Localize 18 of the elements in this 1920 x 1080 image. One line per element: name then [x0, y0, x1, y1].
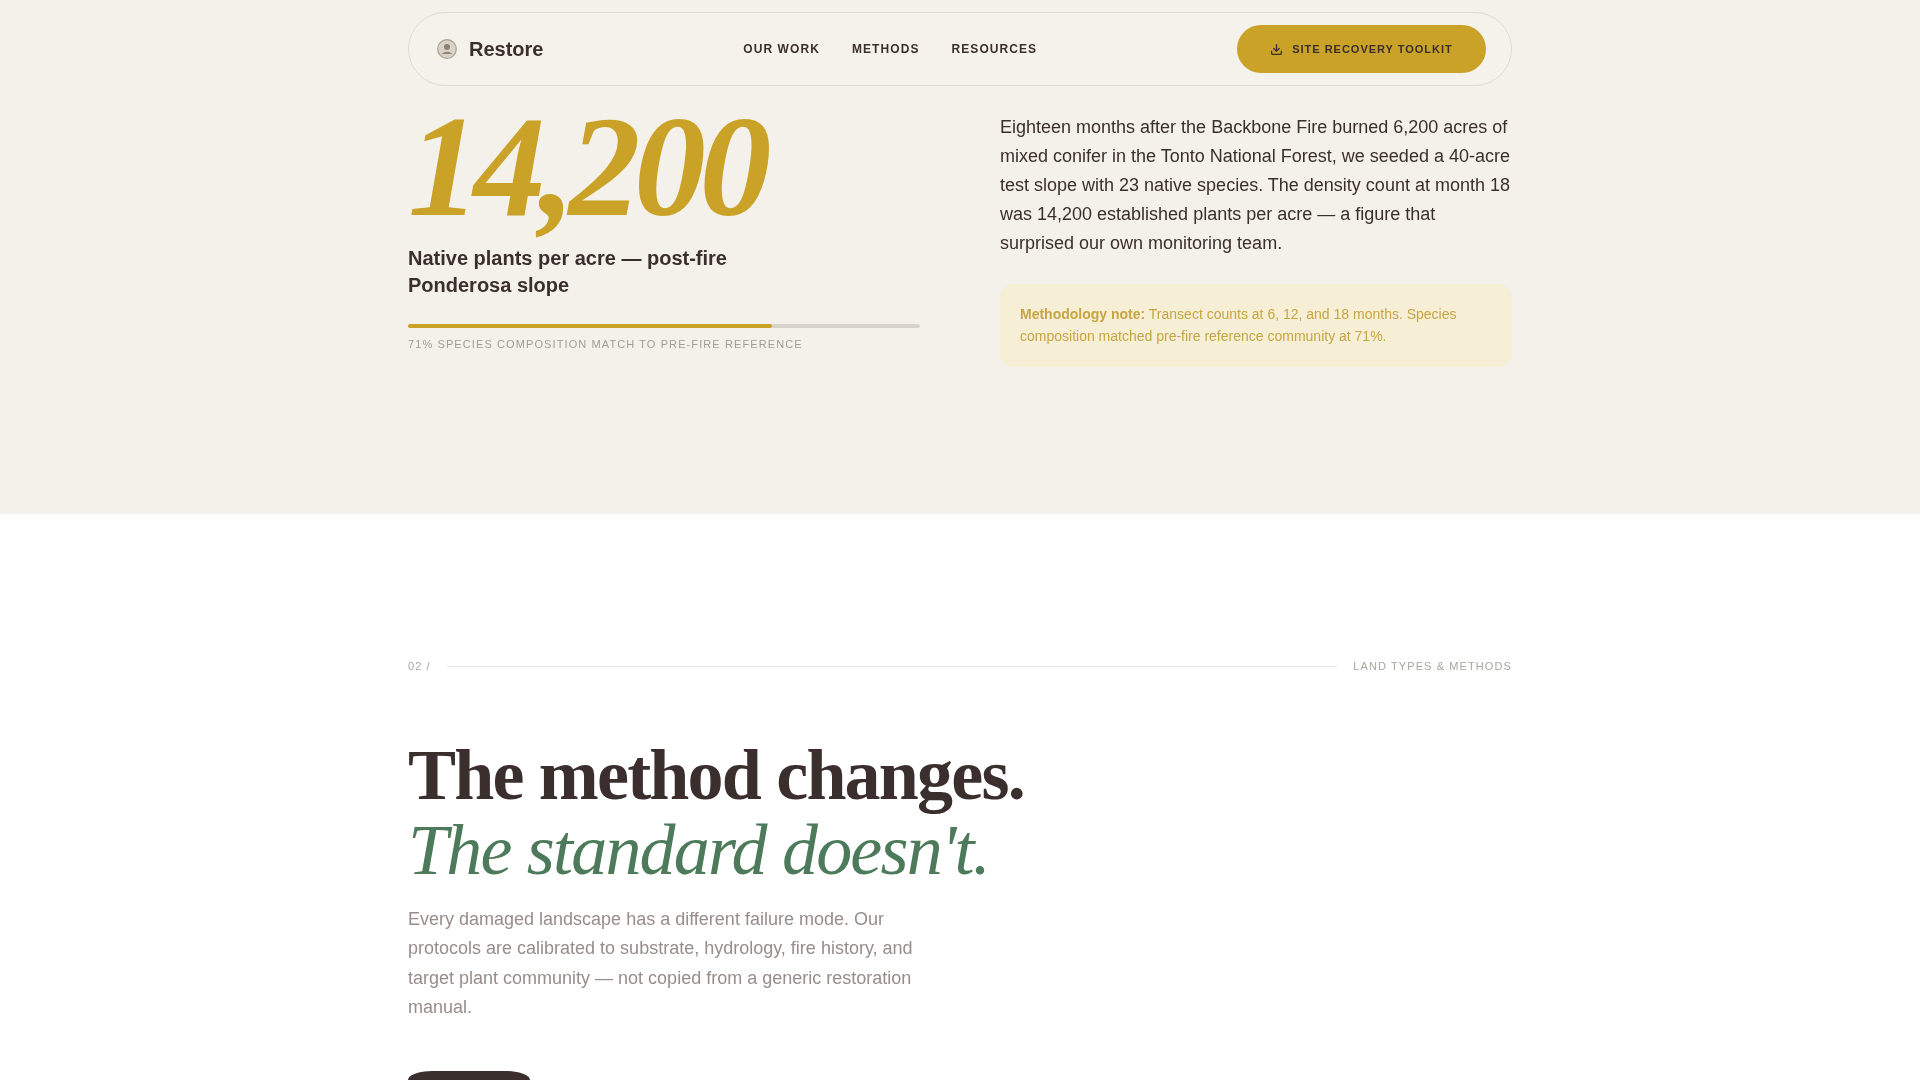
- headline-accent: The standard doesn't.: [408, 813, 989, 888]
- toolkit-button[interactable]: SITE RECOVERY TOOLKIT: [1237, 25, 1486, 73]
- download-icon: [1270, 42, 1284, 56]
- cut-off-button[interactable]: [408, 1070, 530, 1080]
- nav-link[interactable]: OUR WORK: [743, 41, 820, 57]
- nav-link[interactable]: METHODS: [851, 41, 920, 57]
- nav-link[interactable]: RESOURCES: [951, 41, 1038, 57]
- section-body: Every damaged landscape has a different failure mode. Our protocols are calibrated to substrate, hydrology, fire history, and target plant community — not copied from a generic restoration manual.: [408, 908, 914, 1020]
- stat-number: 14,200: [408, 95, 773, 239]
- headline: The method changes.: [408, 738, 1024, 813]
- brand-name[interactable]: Restore: [469, 37, 544, 61]
- stat-caption: Native plants per acre — post-fire Ponderosa slope: [408, 246, 728, 298]
- section-label: LAND TYPES & METHODS: [1353, 659, 1512, 674]
- section-number: 02 /: [408, 659, 431, 674]
- methodology-note: Methodology note: Transect counts at 6, 12, and 18 months. Species composition matched pre-fire reference community at 71%.: [1000, 284, 1512, 367]
- progress-label: 71% SPECIES COMPOSITION MATCH TO PRE-FIRE REFERENCE: [408, 337, 804, 352]
- logo-icon: [437, 39, 457, 59]
- story-paragraph: Eighteen months after the Backbone Fire burned 6,200 acres of mixed conifer in the Tonto National Forest, we seeded a 40-acre test slope with 23 native species. The density count at month 18 was 14,200 established plants per acre — a figure that surprised our own monitoring team.: [1000, 116, 1511, 255]
